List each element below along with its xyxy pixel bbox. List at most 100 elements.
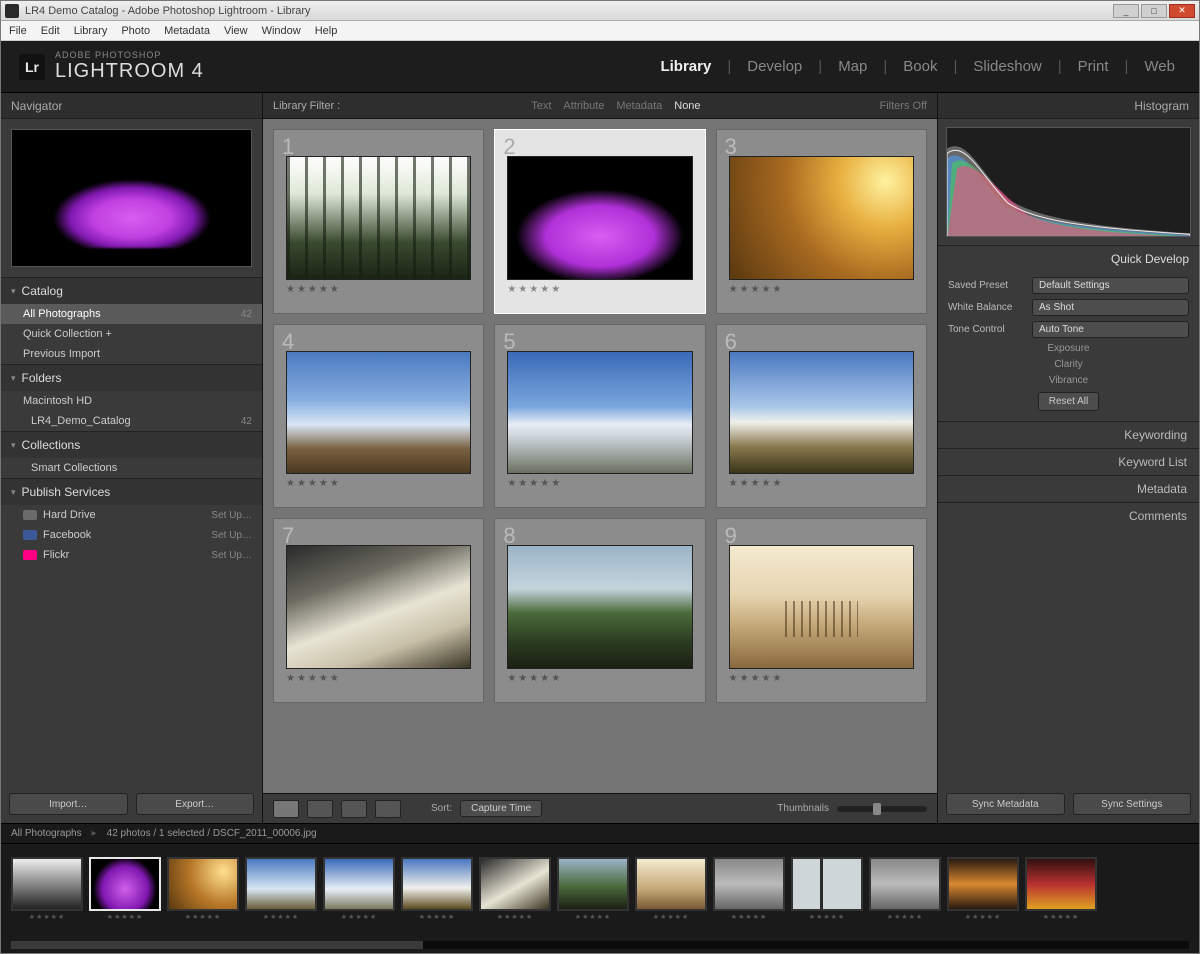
panel-metadata[interactable]: Metadata [938,475,1199,502]
grid-cell[interactable]: 9★★★★★ [716,518,927,703]
filter-none[interactable]: None [674,100,700,112]
rating-stars[interactable]: ★★★★★ [286,478,341,489]
histogram[interactable] [946,127,1191,237]
export-button[interactable]: Export… [136,793,255,815]
filmstrip-cell[interactable]: ★★★★★ [791,857,863,921]
module-print[interactable]: Print [1072,56,1115,77]
catalog-row[interactable]: Quick Collection + [1,324,262,344]
panel-keyword-list[interactable]: Keyword List [938,448,1199,475]
filter-attribute[interactable]: Attribute [563,100,604,112]
filmstrip-rating[interactable]: ★★★★★ [809,913,845,921]
menu-library[interactable]: Library [74,25,108,37]
grid-cell[interactable]: 2★★★★★ [494,129,705,314]
filmstrip-rating[interactable]: ★★★★★ [107,913,143,921]
filmstrip-rating[interactable]: ★★★★★ [1043,913,1079,921]
compare-view-button[interactable] [341,800,367,818]
menu-edit[interactable]: Edit [41,25,60,37]
navigator-preview[interactable] [11,129,252,267]
loupe-view-button[interactable] [307,800,333,818]
grid-cell[interactable]: 7★★★★★ [273,518,484,703]
histogram-header[interactable]: Histogram [938,93,1199,119]
grid-cell[interactable]: 8★★★★★ [494,518,705,703]
menu-photo[interactable]: Photo [121,25,150,37]
publish-service-row[interactable]: FlickrSet Up… [1,545,262,565]
filmstrip-rating[interactable]: ★★★★★ [29,913,65,921]
collections-header[interactable]: Collections [1,432,262,458]
panel-comments[interactable]: Comments [938,502,1199,529]
filmstrip-rating[interactable]: ★★★★★ [419,913,455,921]
grid-cell[interactable]: 6★★★★★ [716,324,927,509]
publish-service-row[interactable]: FacebookSet Up… [1,525,262,545]
filmstrip-cell[interactable]: ★★★★★ [557,857,629,921]
window-maximize-button[interactable]: □ [1141,4,1167,18]
rating-stars[interactable]: ★★★★★ [507,673,562,684]
window-close-button[interactable]: ✕ [1169,4,1195,18]
thumbnail-size-slider[interactable] [837,806,927,812]
filmstrip-scrollbar[interactable] [11,941,1189,949]
sort-dropdown[interactable]: Capture Time [460,800,542,817]
filmstrip-cell[interactable]: ★★★★★ [401,857,473,921]
filmstrip[interactable]: ★★★★★ ★★★★★ ★★★★★ ★★★★★ ★★★★★ ★★★★★ ★★★★★ ★★★★★… [1,843,1199,941]
filmstrip-rating[interactable]: ★★★★★ [341,913,377,921]
panel-keywording[interactable]: Keywording [938,421,1199,448]
filmstrip-rating[interactable]: ★★★★★ [887,913,923,921]
grid-cell[interactable]: 4★★★★★ [273,324,484,509]
tone-control-button[interactable]: Auto Tone [1032,321,1189,338]
menu-help[interactable]: Help [315,25,338,37]
module-develop[interactable]: Develop [741,56,808,77]
filters-off[interactable]: Filters Off [880,100,927,112]
quick-develop-header[interactable]: Quick Develop [938,245,1199,268]
filmstrip-rating[interactable]: ★★★★★ [653,913,689,921]
grid-view[interactable]: 1★★★★★2★★★★★3★★★★★4★★★★★5★★★★★6★★★★★7★★★… [263,119,937,793]
saved-preset-dropdown[interactable]: Default Settings [1032,277,1189,294]
filmstrip-cell[interactable]: ★★★★★ [635,857,707,921]
menu-file[interactable]: File [9,25,27,37]
volume-row[interactable]: Macintosh HD [1,391,262,411]
filmstrip-cell[interactable]: ★★★★★ [323,857,395,921]
grid-cell[interactable]: 1★★★★★ [273,129,484,314]
navigator-header[interactable]: Navigator [1,93,262,119]
import-button[interactable]: Import… [9,793,128,815]
module-web[interactable]: Web [1138,56,1181,77]
catalog-header[interactable]: Catalog [1,278,262,304]
rating-stars[interactable]: ★★★★★ [507,284,562,295]
filmstrip-cell[interactable]: ★★★★★ [167,857,239,921]
filmstrip-cell[interactable]: ★★★★★ [479,857,551,921]
folder-row[interactable]: LR4_Demo_Catalog 42 [1,411,262,431]
white-balance-dropdown[interactable]: As Shot [1032,299,1189,316]
window-minimize-button[interactable]: _ [1113,4,1139,18]
filmstrip-rating[interactable]: ★★★★★ [965,913,1001,921]
filmstrip-rating[interactable]: ★★★★★ [185,913,221,921]
filmstrip-cell[interactable]: ★★★★★ [245,857,317,921]
grid-view-button[interactable] [273,800,299,818]
filmstrip-cell[interactable]: ★★★★★ [11,857,83,921]
collection-row[interactable]: Smart Collections [1,458,262,478]
filmstrip-rating[interactable]: ★★★★★ [497,913,533,921]
module-book[interactable]: Book [897,56,943,77]
sync-settings-button[interactable]: Sync Settings [1073,793,1192,815]
breadcrumb[interactable]: All Photographs [11,828,82,839]
rating-stars[interactable]: ★★★★★ [729,478,784,489]
reset-all-button[interactable]: Reset All [1038,392,1099,411]
filmstrip-rating[interactable]: ★★★★★ [731,913,767,921]
module-library[interactable]: Library [654,56,717,77]
rating-stars[interactable]: ★★★★★ [507,478,562,489]
sync-metadata-button[interactable]: Sync Metadata [946,793,1065,815]
filmstrip-cell[interactable]: ★★★★★ [713,857,785,921]
rating-stars[interactable]: ★★★★★ [286,284,341,295]
catalog-row[interactable]: Previous Import [1,344,262,364]
rating-stars[interactable]: ★★★★★ [729,673,784,684]
survey-view-button[interactable] [375,800,401,818]
menu-view[interactable]: View [224,25,248,37]
filmstrip-cell[interactable]: ★★★★★ [947,857,1019,921]
publish-service-row[interactable]: Hard DriveSet Up… [1,505,262,525]
rating-stars[interactable]: ★★★★★ [286,673,341,684]
filmstrip-rating[interactable]: ★★★★★ [263,913,299,921]
filmstrip-rating[interactable]: ★★★★★ [575,913,611,921]
filter-text[interactable]: Text [531,100,551,112]
window-titlebar[interactable]: LR4 Demo Catalog - Adobe Photoshop Light… [1,1,1199,21]
filter-metadata[interactable]: Metadata [616,100,662,112]
filmstrip-cell[interactable]: ★★★★★ [1025,857,1097,921]
module-map[interactable]: Map [832,56,873,77]
folders-header[interactable]: Folders [1,365,262,391]
